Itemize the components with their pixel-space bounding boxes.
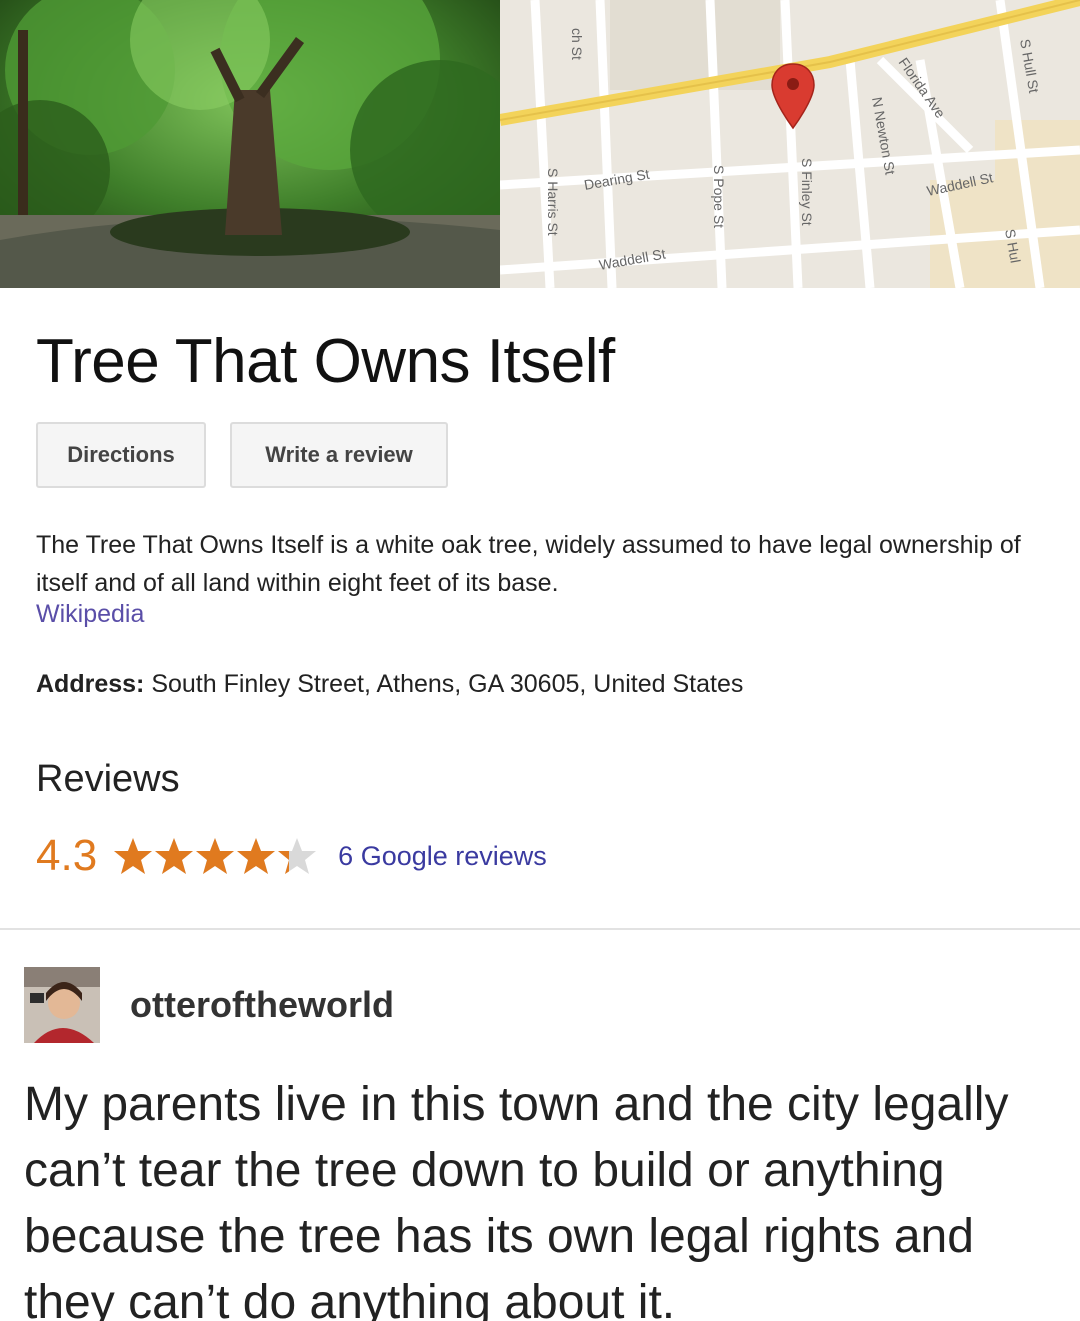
write-review-button[interactable]: Write a review (230, 422, 448, 488)
address-row: Address: South Finley Street, Athens, GA… (36, 670, 743, 699)
half-star-icon (278, 838, 317, 874)
star-icon (114, 838, 153, 874)
place-title: Tree That Owns Itself (36, 327, 615, 396)
star-rating (113, 836, 318, 876)
post-username[interactable]: otteroftheworld (130, 984, 394, 1026)
rating-value: 4.3 (36, 831, 98, 880)
rating-row: 4.3 6 Google reviews (36, 826, 547, 886)
address-value: South Finley Street, Athens, GA 30605, U… (151, 670, 744, 698)
post-header: otteroftheworld (24, 966, 394, 1044)
star-icon (196, 838, 235, 874)
street-label-finley: S Finley St (799, 158, 815, 226)
street-label-pope: S Pope St (711, 165, 727, 228)
wikipedia-link[interactable]: Wikipedia (36, 600, 144, 629)
post-body: My parents live in this town and the cit… (24, 1078, 1009, 1321)
reviews-heading: Reviews (36, 758, 180, 800)
knowledge-panel: ch St Dearing St Waddell St S Harris St … (0, 0, 1080, 930)
hero-images: ch St Dearing St Waddell St S Harris St … (0, 0, 1080, 288)
street-label-ch: ch St (569, 28, 585, 60)
star-icon (237, 838, 276, 874)
address-label: Address: (36, 670, 145, 698)
tree-photo[interactable] (0, 0, 500, 288)
avatar[interactable] (24, 967, 100, 1043)
street-label-harris: S Harris St (545, 168, 561, 236)
location-map[interactable]: ch St Dearing St Waddell St S Harris St … (500, 0, 1080, 288)
review-count-link[interactable]: 6 Google reviews (338, 841, 547, 872)
star-icon (155, 838, 194, 874)
directions-button[interactable]: Directions (36, 422, 206, 488)
place-description: The Tree That Owns Itself is a white oak… (36, 531, 1021, 597)
